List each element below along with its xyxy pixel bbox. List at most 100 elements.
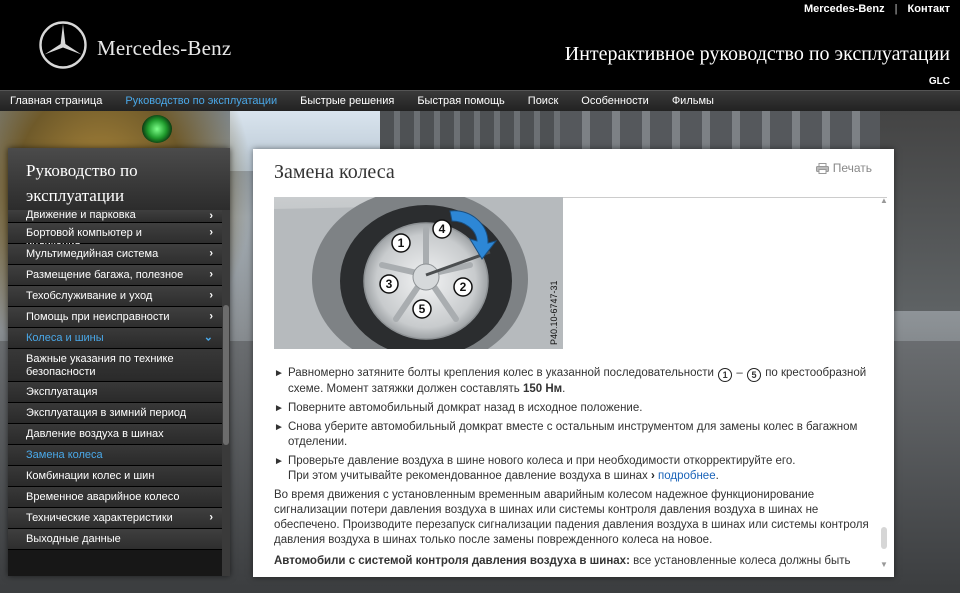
callout-5: 5 — [419, 302, 426, 316]
step-text: Проверьте давление воздуха в шине нового… — [288, 455, 796, 467]
content-panel: Замена колеса Печать ▲ ▼ 1 2 3 4 5 P40.1… — [253, 149, 894, 577]
sidebar-item-label: Размещение багажа, полезное — [26, 269, 184, 281]
chevron-right-icon: › — [209, 210, 213, 222]
top-link-contact[interactable]: Контакт — [908, 3, 950, 15]
step-end: . — [562, 383, 566, 395]
nav-films[interactable]: Фильмы — [672, 95, 714, 107]
chevron-right-icon: › — [209, 289, 213, 302]
step-stow-jack: ► Снова уберите автомобильный домкрат вм… — [274, 420, 874, 450]
content-scrollbar-thumb[interactable] — [881, 527, 887, 549]
printer-icon — [815, 162, 829, 174]
nav-quick-help[interactable]: Быстрая помощь — [417, 95, 504, 107]
sidebar-item-onboard-computer[interactable]: Бортовой компьютер и индикация › — [8, 223, 222, 252]
sidebar-item-label: Движение и парковка — [26, 210, 136, 221]
brand-name: Mercedes-Benz — [97, 36, 232, 60]
site-header: Mercedes-Benz Mercedes-Benz | Контакт Ин… — [0, 0, 960, 90]
manual-sidebar: Руководство по эксплуатации Движение и п… — [8, 148, 230, 576]
step-dash: – — [736, 367, 743, 379]
more-link-label: подробнее — [658, 470, 716, 482]
sidebar-list[interactable]: Движение и парковка › Бортовой компьютер… — [8, 210, 222, 576]
step-tighten-bolts: ► Равномерно затяните болты крепления ко… — [274, 366, 874, 397]
sidebar-item-tire-pressure[interactable]: Давление воздуха в шинах — [8, 424, 222, 445]
scroll-down-arrow-icon[interactable]: ▼ — [880, 561, 888, 569]
sidebar-item-driving[interactable]: Движение и парковка › — [8, 210, 222, 223]
mercedes-star-logo-icon[interactable] — [38, 20, 88, 70]
traffic-light-icon — [142, 115, 172, 143]
sidebar-item-label: Важные указания по технике безопасности — [26, 353, 174, 378]
chevron-right-icon: › — [209, 511, 213, 524]
wheel-bolt-illustration: 1 2 3 4 5 P40.10-6747-31 — [274, 197, 563, 349]
sidebar-item-wheel-change[interactable]: Замена колеса — [8, 445, 222, 466]
sidebar-item-maintenance[interactable]: Техобслуживание и уход › — [8, 286, 222, 307]
sidebar-scrollbar[interactable] — [222, 210, 230, 576]
chevron-right-icon: › — [209, 226, 213, 239]
sidebar-scrollbar-thumb[interactable] — [223, 305, 229, 445]
sidebar-item-operation[interactable]: Эксплуатация — [8, 382, 222, 403]
sidebar-item-technical-specs[interactable]: Технические характеристики › — [8, 508, 222, 529]
callout-4: 4 — [439, 222, 446, 236]
sidebar-item-label: Технические характеристики — [26, 512, 173, 524]
chevron-right-icon: › — [650, 470, 655, 482]
top-links: Mercedes-Benz | Контакт — [804, 3, 950, 15]
sidebar-item-breakdown-help[interactable]: Помощь при неисправности › — [8, 307, 222, 328]
nav-quick-solutions[interactable]: Быстрые решения — [300, 95, 394, 107]
sidebar-item-label: Эксплуатация — [26, 386, 98, 398]
sidebar-item-label: Комбинации колес и шин — [26, 470, 155, 482]
step-text: Равномерно затяните болты крепления коле… — [288, 367, 714, 379]
sidebar-item-winter-operation[interactable]: Эксплуатация в зимний период — [8, 403, 222, 424]
chevron-right-icon: › — [209, 247, 213, 260]
nav-manual[interactable]: Руководство по эксплуатации — [125, 95, 277, 107]
print-button[interactable]: Печать — [815, 161, 872, 175]
step-check-pressure: ► Проверьте давление воздуха в шине ново… — [274, 454, 874, 484]
nav-home[interactable]: Главная страница — [10, 95, 102, 107]
sidebar-item-spare-wheel[interactable]: Временное аварийное колесо — [8, 487, 222, 508]
sidebar-item-label: Мультимедийная система — [26, 248, 159, 260]
tpms-note: Автомобили с системой контроля давления … — [274, 554, 874, 569]
figure-code: P40.10-6747-31 — [549, 280, 559, 345]
top-link-separator: | — [894, 3, 898, 15]
sidebar-item-wheel-tire-combos[interactable]: Комбинации колес и шин — [8, 466, 222, 487]
sidebar-item-label: Временное аварийное колесо — [26, 491, 180, 503]
tpms-note-lead: Автомобили с системой контроля давления … — [274, 555, 630, 567]
sidebar-item-label: Техобслуживание и уход — [26, 290, 153, 302]
nav-search[interactable]: Поиск — [528, 95, 558, 107]
step-text: При этом учитывайте рекомендованное давл… — [288, 470, 648, 482]
callout-2: 2 — [460, 280, 467, 294]
chevron-right-icon: › — [209, 310, 213, 323]
nav-features[interactable]: Особенности — [581, 95, 649, 107]
content-scrollbar[interactable]: ▲ ▼ — [880, 197, 888, 569]
step-jack-back: ► Поверните автомобильный домкрат назад … — [274, 401, 874, 416]
tpms-note-text: все установленные колеса должны быть — [633, 555, 851, 567]
step-end: . — [715, 470, 719, 482]
model-badge: GLC — [928, 76, 950, 87]
callout-5-icon: 5 — [746, 368, 761, 382]
sidebar-item-label: Помощь при неисправности — [26, 311, 170, 323]
step-text: Поверните автомобильный домкрат назад в … — [288, 402, 643, 414]
sidebar-item-wheels-tires[interactable]: Колеса и шины ⌄ — [8, 328, 222, 349]
sidebar-title: Руководство по эксплуатации — [8, 148, 230, 210]
sidebar-item-safety-notes[interactable]: Важные указания по технике безопасности — [8, 349, 222, 382]
step-text: Снова уберите автомобильный домкрат вмес… — [288, 421, 858, 448]
triangle-bullet-icon: ► — [274, 368, 284, 379]
triangle-bullet-icon: ► — [274, 456, 284, 467]
warning-paragraph: Во время движения с установленным времен… — [274, 489, 869, 546]
sidebar-item-luggage[interactable]: Размещение багажа, полезное › — [8, 265, 222, 286]
guide-title: Интерактивное руководство по эксплуатаци… — [564, 43, 950, 65]
triangle-bullet-icon: ► — [274, 422, 284, 433]
chevron-right-icon: › — [209, 268, 213, 281]
instruction-text: ► Равномерно затяните болты крепления ко… — [274, 366, 874, 569]
torque-value: 150 Нм — [522, 383, 563, 395]
chevron-down-icon: ⌄ — [203, 331, 213, 344]
sidebar-item-multimedia[interactable]: Мультимедийная система › — [8, 244, 222, 265]
top-link-mercedes[interactable]: Mercedes-Benz — [804, 3, 885, 15]
sidebar-item-label: Колеса и шины — [26, 332, 104, 344]
sidebar-item-imprint[interactable]: Выходные данные — [8, 529, 222, 550]
sidebar-title-line1: Руководство по — [26, 161, 138, 180]
step-subtext: При этом учитывайте рекомендованное давл… — [288, 469, 874, 484]
scroll-up-arrow-icon[interactable]: ▲ — [880, 197, 888, 205]
more-link[interactable]: › подробнее — [651, 470, 716, 482]
sidebar-item-label: Замена колеса — [26, 449, 103, 461]
main-nav: Главная страница Руководство по эксплуат… — [0, 90, 960, 111]
sidebar-item-label: Эксплуатация в зимний период — [26, 407, 187, 419]
page-title: Замена колеса — [274, 161, 395, 183]
